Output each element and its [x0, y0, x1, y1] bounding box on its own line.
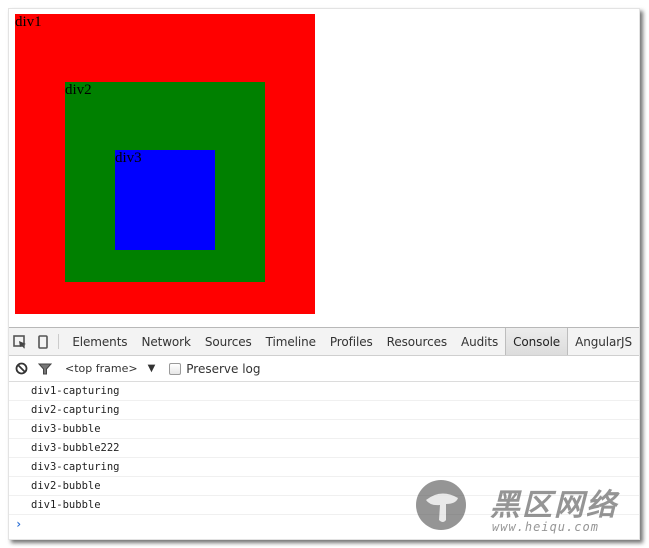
console-log-row: div1-capturing — [9, 382, 639, 401]
tab-audits[interactable]: Audits — [454, 328, 505, 355]
tab-resources[interactable]: Resources — [380, 328, 454, 355]
console-output: div1-capturing div2-capturing div3-bubbl… — [9, 382, 639, 533]
console-filterbar: <top frame> ▼ Preserve log — [9, 356, 639, 382]
div1-label: div1 — [15, 14, 42, 30]
console-log-row: div2-bubble — [9, 477, 639, 496]
div3-box[interactable]: div3 — [115, 150, 215, 250]
tab-sources[interactable]: Sources — [198, 328, 259, 355]
devtools-toolbar: Elements Network Sources Timeline Profil… — [9, 328, 639, 356]
console-prompt-input[interactable]: › — [9, 515, 639, 533]
tab-profiles[interactable]: Profiles — [323, 328, 380, 355]
console-log-row: div3-bubble — [9, 420, 639, 439]
console-log-row: div1-bubble — [9, 496, 639, 515]
div2-label: div2 — [65, 82, 92, 98]
tab-network[interactable]: Network — [134, 328, 197, 355]
console-log-row: div2-capturing — [9, 401, 639, 420]
frame-select[interactable]: <top frame> — [65, 362, 138, 375]
frame-dropdown-arrow-icon[interactable]: ▼ — [148, 363, 156, 374]
tab-timeline[interactable]: Timeline — [259, 328, 323, 355]
inspect-element-icon[interactable] — [9, 328, 32, 355]
filter-icon[interactable] — [33, 363, 57, 375]
devtools-panel: Elements Network Sources Timeline Profil… — [9, 327, 639, 539]
preserve-log-checkbox[interactable] — [169, 362, 182, 375]
div3-label: div3 — [115, 150, 142, 166]
console-log-row: div3-capturing — [9, 458, 639, 477]
browser-window: div1 div2 div3 Elements Network Sources … — [8, 8, 640, 540]
device-mode-icon[interactable] — [32, 328, 55, 355]
div1-box[interactable]: div1 div2 div3 — [15, 14, 315, 314]
tab-angularjs[interactable]: AngularJS — [568, 328, 639, 355]
preserve-log-label[interactable]: Preserve log — [186, 362, 260, 376]
page-viewport: div1 div2 div3 — [9, 9, 639, 327]
tab-console[interactable]: Console — [505, 328, 569, 355]
div2-box[interactable]: div2 div3 — [65, 82, 265, 282]
clear-console-icon[interactable] — [9, 362, 33, 375]
toolbar-divider — [58, 334, 60, 349]
tab-elements[interactable]: Elements — [65, 328, 134, 355]
console-log-row: div3-bubble222 — [9, 439, 639, 458]
